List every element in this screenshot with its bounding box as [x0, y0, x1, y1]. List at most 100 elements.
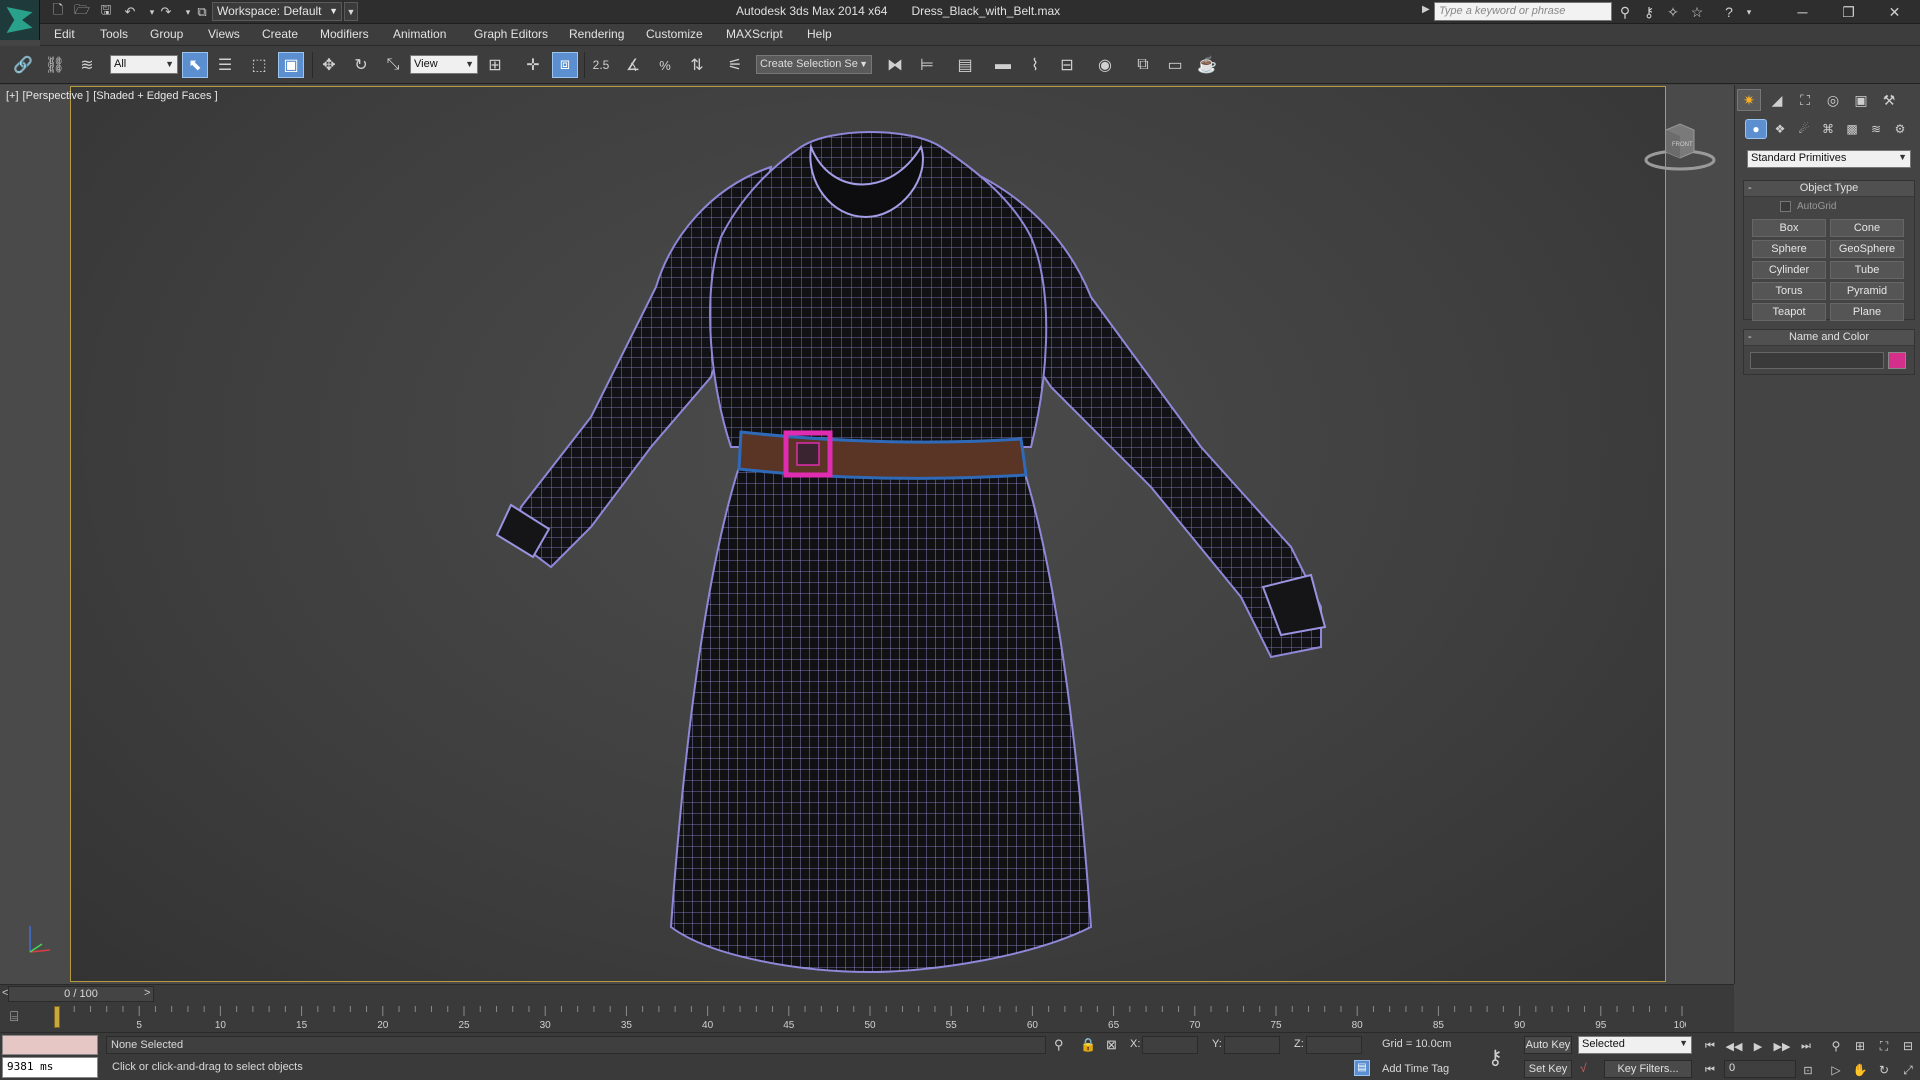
select-and-rotate-icon[interactable]: ↻ [348, 52, 374, 78]
primitive-type-dropdown[interactable]: Standard Primitives ▼ [1747, 150, 1911, 168]
motion-tab-icon[interactable]: ◎ [1821, 89, 1845, 111]
object-color-swatch[interactable] [1888, 352, 1906, 369]
minimize-icon[interactable]: ─ [1780, 0, 1825, 24]
favorites-star-icon[interactable]: ☆ [1686, 2, 1708, 22]
viewport-label[interactable]: [+] [Perspective ] [Shaded + Edged Faces ] [6, 90, 222, 102]
viewcube[interactable]: FRONT [1642, 120, 1718, 176]
helpers-category-icon[interactable]: ▩ [1841, 119, 1863, 139]
viewport-shading-label[interactable]: [Shaded + Edged Faces ] [93, 90, 217, 102]
cameras-category-icon[interactable]: ⌘ [1817, 119, 1839, 139]
workspace-dropdown[interactable]: Workspace: Default ▼ [212, 2, 342, 21]
edit-named-selection-icon[interactable]: ⚟ [722, 52, 748, 78]
current-frame-input[interactable]: 0 [1724, 1060, 1796, 1078]
menu-graph-editors[interactable]: Graph Editors [474, 27, 548, 41]
menu-help[interactable]: Help [807, 27, 832, 41]
utilities-tab-icon[interactable]: ⚒ [1877, 89, 1901, 111]
play-icon[interactable]: ▶ [1748, 1037, 1768, 1055]
maxscript-mini-listener[interactable] [2, 1035, 98, 1055]
search-expand-icon[interactable]: ▶ [1422, 4, 1430, 15]
percent-snap-icon[interactable]: % [652, 52, 678, 78]
cylinder-button[interactable]: Cylinder [1752, 261, 1826, 279]
go-to-start-icon[interactable]: ⏮ [1700, 1037, 1720, 1055]
y-coord-field[interactable] [1224, 1036, 1280, 1054]
select-and-move-icon[interactable]: ✥ [316, 52, 342, 78]
key-mode-dropdown[interactable]: Selected ▼ [1578, 1036, 1692, 1054]
geosphere-button[interactable]: GeoSphere [1830, 240, 1904, 258]
communication-center-icon[interactable]: ✧ [1662, 2, 1684, 22]
z-coord-field[interactable] [1306, 1036, 1362, 1054]
create-tab-icon[interactable]: ✷ [1737, 89, 1761, 111]
rectangular-selection-icon[interactable]: ⬚ [246, 52, 272, 78]
absolute-transform-icon[interactable]: ⊠ [1106, 1037, 1117, 1053]
unlink-icon[interactable]: ⛓ [42, 52, 68, 78]
angle-snap-icon[interactable]: ∡ [620, 52, 646, 78]
project-folder-icon[interactable]: ⧉ [192, 2, 212, 22]
render-production-icon[interactable]: ☕ [1194, 52, 1220, 78]
rendered-frame-window-icon[interactable]: ▭ [1162, 52, 1188, 78]
space-warps-category-icon[interactable]: ≋ [1865, 119, 1887, 139]
keyboard-shortcut-override-icon[interactable]: ⧈ [552, 52, 578, 78]
bind-to-space-warp-icon[interactable]: ≋ [74, 52, 100, 78]
time-configuration-icon[interactable]: ⊡ [1798, 1061, 1818, 1079]
key-icon[interactable]: ⚷ [1488, 1045, 1503, 1070]
restore-icon[interactable]: ❐ [1826, 0, 1871, 24]
torus-button[interactable]: Torus [1752, 282, 1826, 300]
display-tab-icon[interactable]: ▣ [1849, 89, 1873, 111]
sphere-button[interactable]: Sphere [1752, 240, 1826, 258]
render-setup-icon[interactable]: ⧉ [1130, 52, 1156, 78]
teapot-button[interactable]: Teapot [1752, 303, 1826, 321]
selection-filter-dropdown[interactable]: All ▼ [110, 55, 178, 74]
field-of-view-icon[interactable]: ▷ [1826, 1061, 1846, 1079]
binoculars-icon[interactable]: ⚲ [1614, 2, 1636, 22]
time-slider-next-icon[interactable]: > [144, 987, 150, 999]
set-key-button[interactable]: Set Key [1524, 1060, 1572, 1078]
time-slider[interactable]: 0 / 100 [8, 986, 154, 1002]
hierarchy-tab-icon[interactable]: ⛶ [1793, 89, 1817, 111]
select-and-scale-icon[interactable]: ⤡ [380, 52, 406, 78]
named-selection-dropdown[interactable]: Create Selection Se ▼ [756, 55, 872, 74]
modify-tab-icon[interactable]: ◢ [1765, 89, 1789, 111]
search-input[interactable]: Type a keyword or phrase [1434, 2, 1612, 21]
selection-lock-icon[interactable]: 🔒 [1080, 1037, 1096, 1053]
key-filters-button[interactable]: Key Filters... [1604, 1060, 1692, 1078]
perspective-viewport[interactable] [70, 86, 1666, 982]
current-frame-marker[interactable] [54, 1006, 60, 1028]
systems-category-icon[interactable]: ⚙ [1889, 119, 1911, 139]
select-and-manipulate-icon[interactable]: ✛ [520, 52, 546, 78]
application-menu-button[interactable] [0, 0, 40, 40]
pivot-center-icon[interactable]: ⊞ [482, 52, 508, 78]
curve-editor-icon[interactable]: ⌇ [1022, 52, 1048, 78]
name-and-color-header[interactable]: - Name and Color [1744, 330, 1914, 346]
snaps-toggle-icon[interactable]: 2.5 [588, 52, 614, 78]
box-button[interactable]: Box [1752, 219, 1826, 237]
track-bar[interactable]: ⌸ 5 10 15 20 25 30 35 40 45 50 55 60 65 70 75 80 85 90 95 1… [0, 1002, 1734, 1032]
menu-rendering[interactable]: Rendering [569, 27, 624, 41]
schematic-view-icon[interactable]: ⊟ [1054, 52, 1080, 78]
mini-curve-editor-icon[interactable]: ⌸ [10, 1008, 32, 1026]
undo-icon[interactable]: ↶ [120, 2, 140, 22]
add-time-tag-button[interactable]: Add Time Tag [1382, 1063, 1449, 1075]
menu-views[interactable]: Views [208, 27, 240, 41]
zoom-icon[interactable]: ⚲ [1826, 1037, 1846, 1055]
window-crossing-icon[interactable]: ▣ [278, 52, 304, 78]
zoom-all-icon[interactable]: ⊞ [1850, 1037, 1870, 1055]
time-tag-icon[interactable]: ▤ [1354, 1060, 1370, 1076]
isolate-selection-icon[interactable]: ⚲ [1054, 1037, 1064, 1053]
material-editor-icon[interactable]: ◉ [1092, 52, 1118, 78]
menu-group[interactable]: Group [150, 27, 183, 41]
lights-category-icon[interactable]: ☄ [1793, 119, 1815, 139]
menu-modifiers[interactable]: Modifiers [320, 27, 369, 41]
plane-button[interactable]: Plane [1830, 303, 1904, 321]
spinner-snap-icon[interactable]: ⇅ [684, 52, 710, 78]
quick-access-customize-button[interactable]: ▼ [344, 2, 358, 21]
next-frame-icon[interactable]: ▶▶ [1772, 1037, 1792, 1055]
zoom-extents-all-icon[interactable]: ⊟ [1898, 1037, 1918, 1055]
go-to-end-icon[interactable]: ⏭ [1796, 1037, 1816, 1055]
pyramid-button[interactable]: Pyramid [1830, 282, 1904, 300]
graphite-toolbar-icon[interactable]: ▬ [990, 52, 1016, 78]
geometry-category-icon[interactable]: ● [1745, 119, 1767, 139]
object-type-header[interactable]: - Object Type [1744, 181, 1914, 197]
open-file-icon[interactable]: 🗁 [72, 2, 92, 22]
help-dropdown-icon[interactable]: ▾ [1738, 2, 1760, 22]
tube-button[interactable]: Tube [1830, 261, 1904, 279]
